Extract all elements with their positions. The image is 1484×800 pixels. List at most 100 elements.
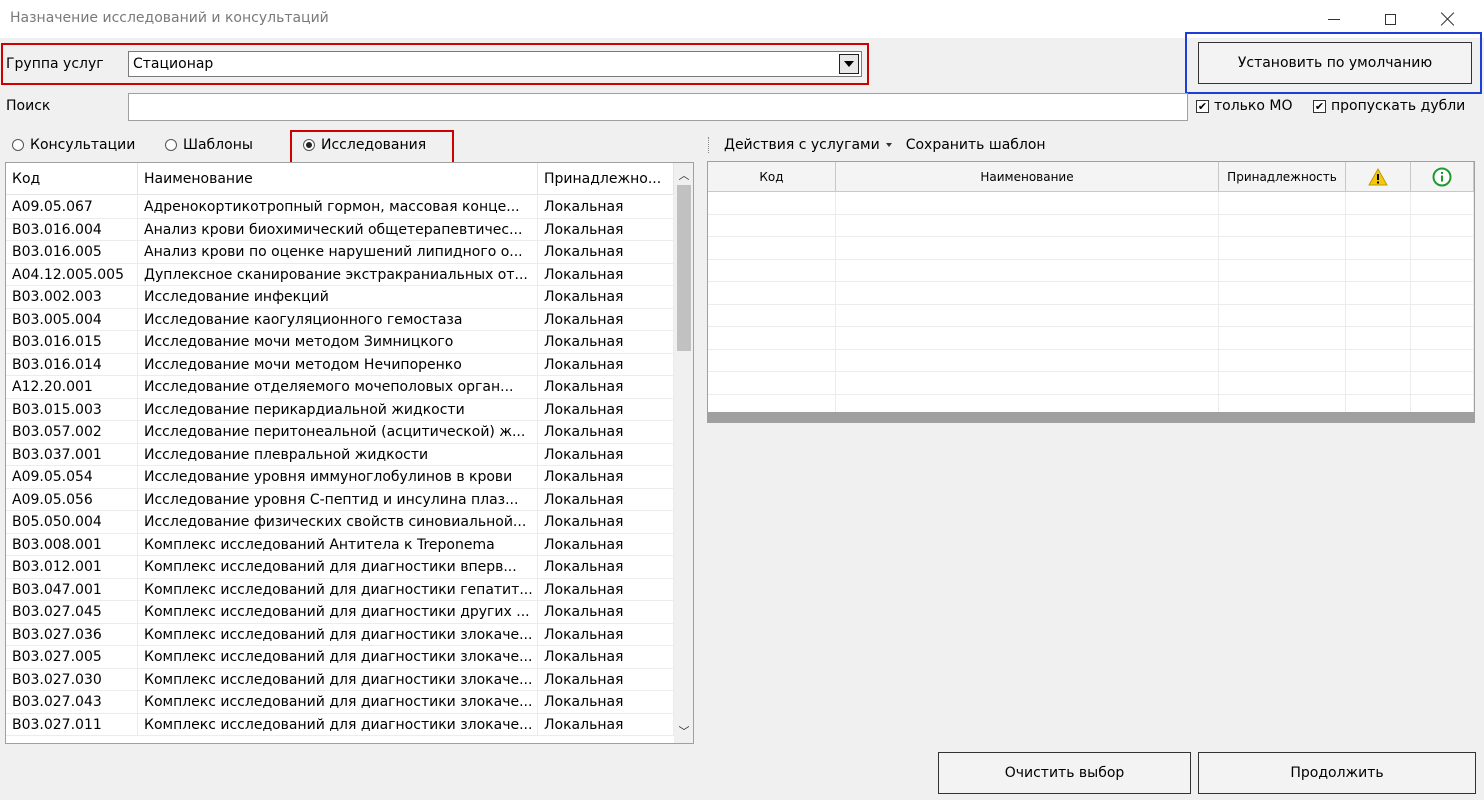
cell-code: B03.002.003 [6, 286, 138, 308]
cell-code: A12.20.001 [6, 376, 138, 398]
empty-cell [1346, 259, 1411, 282]
scroll-up-icon[interactable]: ︿ [674, 165, 693, 185]
table-row[interactable]: B03.027.011 Комплекс исследований для диа… [6, 713, 674, 736]
radio-templates-label: Шаблоны [183, 137, 253, 153]
clear-selection-button[interactable]: Очистить выбор [938, 752, 1191, 794]
window-title: Назначение исследований и консультаций [10, 10, 329, 26]
cell-code: B03.016.014 [6, 353, 138, 375]
table-row[interactable]: B03.008.001 Комплекс исследований Антител… [6, 533, 674, 556]
empty-cell [708, 192, 836, 214]
radio-consultations[interactable]: Консультации [12, 130, 135, 160]
services-table-header: Код Наименование Принадлежно... [6, 163, 674, 195]
cell-name: Комплекс исследований для диагностики зл… [138, 623, 538, 645]
table-row[interactable]: B03.012.001 Комплекс исследований для диа… [6, 556, 674, 579]
empty-cell [836, 394, 1219, 412]
cell-ownership: Локальная [538, 353, 674, 375]
cell-code: B05.050.004 [6, 511, 138, 533]
radio-templates[interactable]: Шаблоны [165, 130, 253, 160]
empty-row [708, 282, 1474, 305]
table-row[interactable]: B03.027.043 Комплекс исследований для диа… [6, 691, 674, 714]
table-row[interactable]: B03.027.005 Комплекс исследований для диа… [6, 646, 674, 669]
cell-ownership: Локальная [538, 286, 674, 308]
table-row[interactable]: B03.015.003 Исследование перикардиальной … [6, 398, 674, 421]
table-row[interactable]: B05.050.004 Исследование физических свойс… [6, 511, 674, 534]
cell-ownership: Локальная [538, 601, 674, 623]
column-header-code[interactable]: Код [6, 163, 138, 195]
table-row[interactable]: A04.12.005.005 Дуплексное сканирование эк… [6, 263, 674, 286]
cell-code: B03.027.011 [6, 713, 138, 735]
cell-ownership: Локальная [538, 421, 674, 443]
selected-services-table: Код Наименование Принадлежность [707, 161, 1475, 413]
scrollbar-thumb[interactable] [677, 185, 691, 351]
empty-cell [708, 214, 836, 237]
service-group-dropdown-button[interactable] [839, 54, 859, 74]
info-icon [1432, 167, 1452, 187]
empty-cell [1346, 304, 1411, 327]
cell-name: Комплекс исследований для диагностики зл… [138, 691, 538, 713]
table-row[interactable]: A12.20.001 Исследование отделяемого мочеп… [6, 376, 674, 399]
table-row[interactable]: B03.005.004 Исследование каогуляционного … [6, 308, 674, 331]
save-template-button[interactable]: Сохранить шаблон [906, 137, 1046, 153]
table-row[interactable]: B03.002.003 Исследование инфекций Локальна… [6, 286, 674, 309]
cell-name: Исследование мочи методом Зимницкого [138, 331, 538, 353]
dialog-window: Назначение исследований и консультаций Г… [0, 0, 1484, 800]
cell-code: B03.027.045 [6, 601, 138, 623]
cell-code: A09.05.054 [6, 466, 138, 488]
cell-name: Комплекс исследований для диагностики др… [138, 601, 538, 623]
table-row[interactable]: B03.037.001 Исследование плевральной жидк… [6, 443, 674, 466]
table-row[interactable]: A09.05.067 Адренокортикотропный гормон, м… [6, 196, 674, 219]
empty-cell [708, 394, 836, 412]
empty-cell [1219, 259, 1346, 282]
empty-cell [1411, 282, 1474, 304]
empty-cell [1411, 304, 1474, 327]
empty-row [708, 349, 1474, 372]
table-row[interactable]: B03.027.030 Комплекс исследований для диа… [6, 668, 674, 691]
cell-code: B03.027.043 [6, 691, 138, 713]
column-header-name[interactable]: Наименование [138, 163, 538, 195]
continue-button[interactable]: Продолжить [1198, 752, 1476, 794]
only-mo-checkbox[interactable]: ✔ только МО [1196, 98, 1293, 114]
selected-column-info[interactable] [1411, 162, 1474, 192]
empty-cell [1411, 259, 1474, 282]
selected-column-code[interactable]: Код [708, 162, 836, 192]
cell-name: Анализ крови биохимический общетерапевти… [138, 218, 538, 240]
selected-column-warning[interactable] [1346, 162, 1411, 192]
radio-research[interactable]: Исследования [303, 130, 426, 160]
table-row[interactable]: B03.016.015 Исследование мочи методом Зим… [6, 331, 674, 354]
cell-code: B03.016.004 [6, 218, 138, 240]
empty-cell [1219, 237, 1346, 259]
table-row[interactable]: B03.016.014 Исследование мочи методом Неч… [6, 353, 674, 376]
scroll-down-icon[interactable]: ﹀ [674, 721, 693, 741]
table-row[interactable]: B03.016.004 Анализ крови биохимический об… [6, 218, 674, 241]
checkbox-checked-icon: ✔ [1196, 99, 1209, 113]
selected-column-name[interactable]: Наименование [836, 162, 1219, 192]
toolbar-grip-icon [708, 137, 710, 153]
actions-menu[interactable]: Действия с услугами [724, 137, 892, 153]
empty-cell [1219, 372, 1346, 394]
table-row[interactable]: B03.016.005 Анализ крови по оценке наруше… [6, 241, 674, 264]
skip-duplicates-checkbox[interactable]: ✔ пропускать дубли [1313, 98, 1465, 114]
services-table-scrollbar[interactable]: ︿ ﹀ [674, 163, 693, 743]
table-row[interactable]: B03.027.045 Комплекс исследований для диа… [6, 601, 674, 624]
empty-cell [1219, 282, 1346, 304]
cell-name: Адренокортикотропный гормон, массовая ко… [138, 196, 538, 218]
selected-column-ownership[interactable]: Принадлежность [1219, 162, 1346, 192]
cell-name: Анализ крови по оценке нарушений липидно… [138, 241, 538, 263]
table-row[interactable]: A09.05.054 Исследование уровня иммуноглоб… [6, 466, 674, 489]
table-row[interactable]: B03.027.036 Комплекс исследований для диа… [6, 623, 674, 646]
cell-ownership: Локальная [538, 331, 674, 353]
search-input[interactable] [128, 93, 1188, 121]
set-default-button[interactable]: Установить по умолчанию [1198, 42, 1472, 84]
empty-cell [1346, 327, 1411, 349]
service-group-select[interactable]: Стационар [128, 51, 862, 77]
empty-cell [836, 372, 1219, 394]
table-row[interactable]: B03.057.002 Исследование перитонеальной (… [6, 421, 674, 444]
cell-ownership: Локальная [538, 668, 674, 690]
checkbox-checked-icon: ✔ [1313, 99, 1326, 113]
table-row[interactable]: A09.05.056 Исследование уровня С-пептид и… [6, 488, 674, 511]
table-row[interactable]: B03.047.001 Комплекс исследований для диа… [6, 578, 674, 601]
column-header-ownership[interactable]: Принадлежно... [538, 163, 674, 195]
cell-name: Комплекс исследований для диагностики ге… [138, 578, 538, 600]
cell-code: B03.027.005 [6, 646, 138, 668]
cell-ownership: Локальная [538, 196, 674, 218]
